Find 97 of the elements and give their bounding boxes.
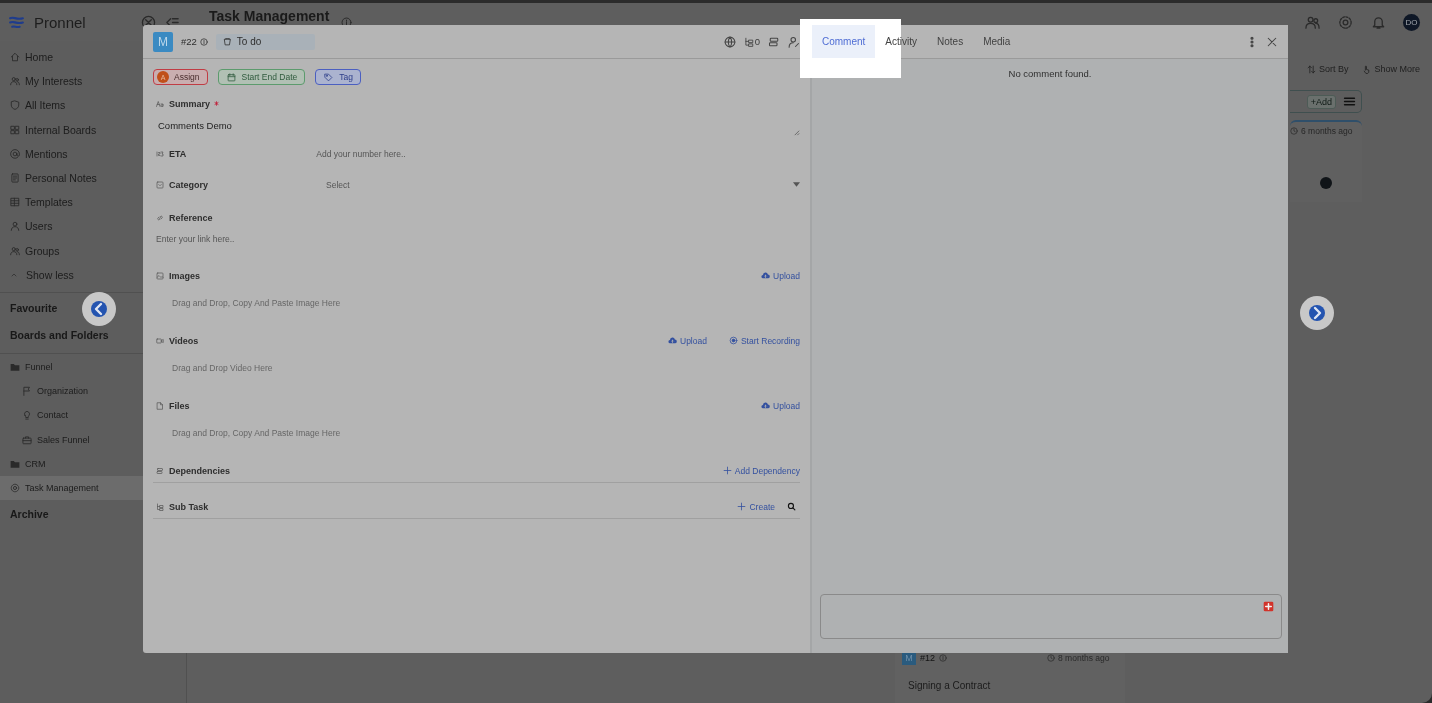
close-icon[interactable] [1266,35,1278,48]
task-id: #22 [181,36,197,47]
action-link[interactable]: Upload [668,335,707,346]
action-link[interactable]: Upload [761,400,800,411]
field-label: Summary [169,98,211,109]
drop-zone-hint[interactable]: Drag and Drop, Copy And Paste Image Here [153,284,800,310]
gear-icon [10,482,20,493]
chevron-left-icon [91,301,107,317]
chip-button[interactable]: Tag [315,69,361,85]
chevron-right-icon [1309,305,1325,321]
flag-icon [22,386,32,397]
person-icon [10,221,20,232]
plus-icon [737,502,747,511]
grid-icon [10,124,20,135]
at-sign-icon [10,148,20,159]
number-field[interactable]: Add your number here.. [316,148,617,159]
task-title: Signing a Contract [907,680,992,691]
field-label: Reference [169,212,213,223]
field-label: Images [169,270,201,281]
category-dropdown[interactable]: Select [326,179,800,190]
settings-icon[interactable] [1338,14,1353,30]
notification-icon[interactable] [1371,14,1386,30]
link-field[interactable]: Enter your link here.. [156,233,456,245]
lightbulb-icon [22,410,32,421]
hand-icon [1362,64,1372,74]
tab[interactable]: Activity [875,25,928,58]
document-icon [10,173,20,184]
plus-icon [722,466,732,475]
tab[interactable]: Comment [812,25,876,58]
link-icon [156,213,164,222]
people-icon[interactable] [1305,14,1320,30]
person-edit-icon[interactable] [788,35,800,48]
comment-field[interactable] [820,594,1282,639]
folder-icon [10,361,20,372]
dropdown-box-icon [156,180,164,189]
stack-icon [156,466,164,475]
people-icon [10,245,20,256]
summary-field[interactable]: Comments Demo [153,115,800,136]
info-icon [341,16,353,28]
add-button[interactable]: +Add [1306,94,1336,109]
cloud-upload-icon [761,401,771,410]
clock-icon [1290,127,1298,135]
video-camera-icon [156,336,164,345]
clock-icon [1047,654,1056,662]
table-icon [10,197,20,208]
tag-icon [324,72,334,82]
hierarchy-icon [743,36,754,47]
subtask-count[interactable]: 0 [735,36,760,47]
globe-icon[interactable] [723,35,736,48]
chip-button[interactable]: Start End Date [217,69,306,85]
page-title: Task Management [209,8,330,24]
folder-icon [10,458,20,469]
drop-zone-hint[interactable]: Drag and Drop, Copy And Paste Image Here [153,414,800,440]
user-avatar[interactable]: DO [1403,13,1420,31]
text-format-icon [156,99,164,108]
task-avatar: M [153,31,173,52]
bucket-icon [222,37,232,46]
number-format-icon [156,149,164,158]
caret-icon [793,182,800,187]
house-icon [10,52,20,63]
menu-icon[interactable] [1343,95,1356,108]
info-icon [939,654,948,662]
action-link[interactable]: Add Dependency [722,465,800,476]
action-link[interactable]: Start Recording [728,335,800,346]
field-label: Sub Task [169,501,209,512]
image-icon [156,271,164,280]
tab[interactable]: Media [973,25,1021,58]
cloud-upload-icon [761,271,771,280]
sort-icon [1306,64,1316,74]
field-label: Dependencies [169,465,231,476]
field-label: Files [169,400,190,411]
record-icon [728,336,738,345]
resize-grip-icon[interactable] [793,129,800,136]
file-icon [156,401,164,410]
shield-icon [10,100,20,111]
task-id: #12 [920,653,936,663]
avatar-dot [1320,177,1332,189]
app-name: Pronnel [34,13,87,31]
action-link[interactable]: Create [737,501,775,512]
action-link[interactable]: Upload [761,270,800,281]
field-label: ETA [169,148,187,159]
status-selector[interactable]: To do [215,33,315,50]
briefcase-icon [22,434,32,445]
stack-icon[interactable] [768,35,780,48]
drop-zone-hint[interactable]: Drag and Drop Video Here [153,349,800,375]
field-label: Videos [169,335,199,346]
cloud-upload-icon [668,336,677,345]
field-label: Category [169,179,208,190]
empty-message: No comment found. [1007,67,1093,79]
people-icon [10,76,20,87]
sidebar-item[interactable]: Templates [0,190,186,215]
search-icon[interactable] [787,502,796,511]
hierarchy-icon [156,502,164,511]
calendar-icon [226,72,236,82]
tab[interactable]: Notes [927,25,974,58]
info-icon [199,37,208,46]
add-square-icon[interactable] [1263,601,1274,612]
